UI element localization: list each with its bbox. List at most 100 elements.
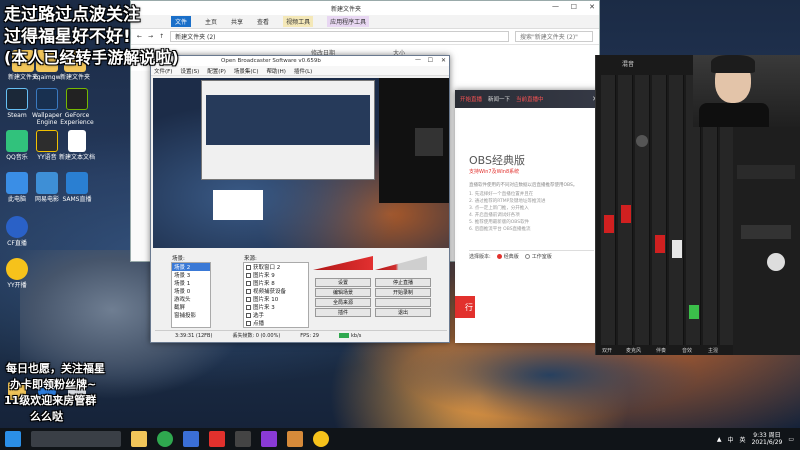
mic-volume-meter[interactable] [375,256,427,270]
checkbox[interactable] [246,320,251,326]
forward-icon[interactable]: → [148,33,153,40]
menu-settings[interactable]: 设置(S) [180,67,199,75]
plugins-button[interactable]: 插件 [315,308,371,317]
language-indicator[interactable]: 英 [740,435,746,444]
obs-taskbar-icon[interactable] [235,431,251,447]
start-obs-button[interactable]: 行 [455,296,475,318]
desktop-volume-meter[interactable] [313,256,373,270]
windows-start-icon[interactable] [5,431,21,447]
file-explorer-taskbar-icon[interactable] [131,431,147,447]
clock[interactable]: 9:33 周日 2021/6/29 [752,432,783,446]
app-taskbar-icon[interactable] [183,431,199,447]
maximize-icon[interactable]: ☐ [428,57,433,64]
back-icon[interactable]: ← [137,33,142,40]
tab-home[interactable]: 主页 [205,17,217,26]
taskbar-search-box[interactable] [31,431,121,447]
desktop-icon-sams[interactable]: SAMS直播 [54,172,100,203]
start-record-button[interactable]: 开始录制 [375,288,431,297]
source-item[interactable]: 点播 [244,319,308,327]
source-item[interactable]: 获取窗口 2 [244,263,308,271]
browser-taskbar-icon[interactable] [157,431,173,447]
up-icon[interactable]: ↑ [159,33,164,40]
source-item[interactable]: 图片来 10 [244,295,308,303]
close-icon[interactable]: ✕ [441,57,446,64]
source-item[interactable]: 图片来 3 [244,303,308,311]
desktop-icon-yy-live[interactable]: YY开播 [0,258,40,289]
tab-view[interactable]: 查看 [257,17,269,26]
scene-item[interactable]: 窗捕投影 [172,311,210,319]
scene-item[interactable]: 场景 3 [172,271,210,279]
tab-app-tools[interactable]: 应用程序工具 [327,16,370,27]
tab-live[interactable]: 开始直播 [460,95,482,103]
tab-file[interactable]: 文件 [171,16,192,27]
obs-window[interactable]: Open Broadcaster Software v0.659b ✕ ☐ — … [150,55,450,343]
disabled-button[interactable] [375,298,431,307]
checkbox[interactable] [246,312,251,318]
scene-item[interactable]: 场景 1 [172,279,210,287]
scene-item[interactable]: 场景 2 [172,263,210,271]
source-item[interactable]: 选手 [244,311,308,319]
exit-button[interactable]: 退出 [375,308,431,317]
network-icon[interactable]: ▲ [717,436,722,443]
mixer-channel[interactable] [635,75,650,345]
desktop-icon-text-doc[interactable]: 新建文本文档 [54,130,100,161]
tab-current-live[interactable]: 当前直播中 [516,95,544,103]
explorer-titlebar: 新建文件夹 ✕ ☐ — [131,1,599,15]
menu-help[interactable]: 帮助(H) [267,67,286,75]
mixer-channel[interactable] [652,75,667,345]
minimize-icon[interactable]: — [415,56,421,63]
desktop-icon-cf-live[interactable]: CF直播 [0,216,40,247]
radio-studio[interactable]: 工作室版 [524,253,552,260]
radio-classic[interactable]: 经典版 [496,253,519,260]
settings-button[interactable]: 设置 [315,278,371,287]
minimize-icon[interactable]: — [552,2,559,10]
mixer-channel[interactable] [669,75,684,345]
gain-knob[interactable] [636,135,648,147]
obs-classic-panel[interactable]: 开始直播 新闻一下 当前直播中 ✕ OBS经典版 支持Win7及Win8系统 直… [455,90,603,343]
checkbox[interactable] [246,288,251,294]
global-sources-button[interactable]: 全局来源 [315,298,371,307]
tab-share[interactable]: 共享 [231,17,243,26]
fader-knob[interactable] [621,205,631,223]
maximize-icon[interactable]: ☐ [571,3,577,11]
app-taskbar-icon[interactable] [287,431,303,447]
close-icon[interactable]: ✕ [589,3,595,11]
menu-scene-collection[interactable]: 场景集(C) [234,67,259,75]
yy-taskbar-icon[interactable] [313,431,329,447]
tab-video-tools[interactable]: 视频工具 [283,16,314,27]
fader-knob[interactable] [655,235,665,253]
step-item: 2. 通过推荐的RTMP及键地址等推流进 [469,199,546,204]
notification-icon[interactable]: ▭ [788,436,794,443]
menu-profile[interactable]: 配置(P) [207,67,226,75]
desktop-icon-geforce[interactable]: GeForce Experience [54,88,100,126]
checkbox[interactable] [246,304,251,310]
fader-knob[interactable] [689,305,699,319]
app-taskbar-icon[interactable] [261,431,277,447]
source-item[interactable]: 图片来 8 [244,279,308,287]
panel-knob[interactable] [767,253,785,271]
fader-knob[interactable] [604,215,614,233]
panel-control[interactable] [737,165,795,179]
menu-plugins[interactable]: 插件(L) [294,67,312,75]
checkbox[interactable] [246,264,251,270]
stop-live-button[interactable]: 停止直播 [375,278,431,287]
fader-knob[interactable] [672,240,682,258]
edit-scene-button[interactable]: 编辑场景 [315,288,371,297]
checkbox[interactable] [246,272,251,278]
source-item[interactable]: 视频捕获设备 [244,287,308,295]
scene-item[interactable]: 场景 0 [172,287,210,295]
tab-help[interactable]: 新闻一下 [488,95,510,103]
search-input[interactable]: 搜索"新建文件夹 (2)" [515,31,593,42]
checkbox[interactable] [246,296,251,302]
ime-indicator[interactable]: 中 [728,435,734,444]
app-taskbar-icon[interactable] [209,431,225,447]
mixer-channel[interactable] [601,75,616,345]
scene-item[interactable]: 游戏头 [172,295,210,303]
obs-preview[interactable] [153,78,449,248]
checkbox[interactable] [246,280,251,286]
address-bar[interactable]: 新建文件夹 (2) [170,31,509,42]
panel-control[interactable] [741,225,791,239]
source-item[interactable]: 图片来 9 [244,271,308,279]
scene-item[interactable]: 截屏 [172,303,210,311]
right-side-panel[interactable] [733,125,800,355]
